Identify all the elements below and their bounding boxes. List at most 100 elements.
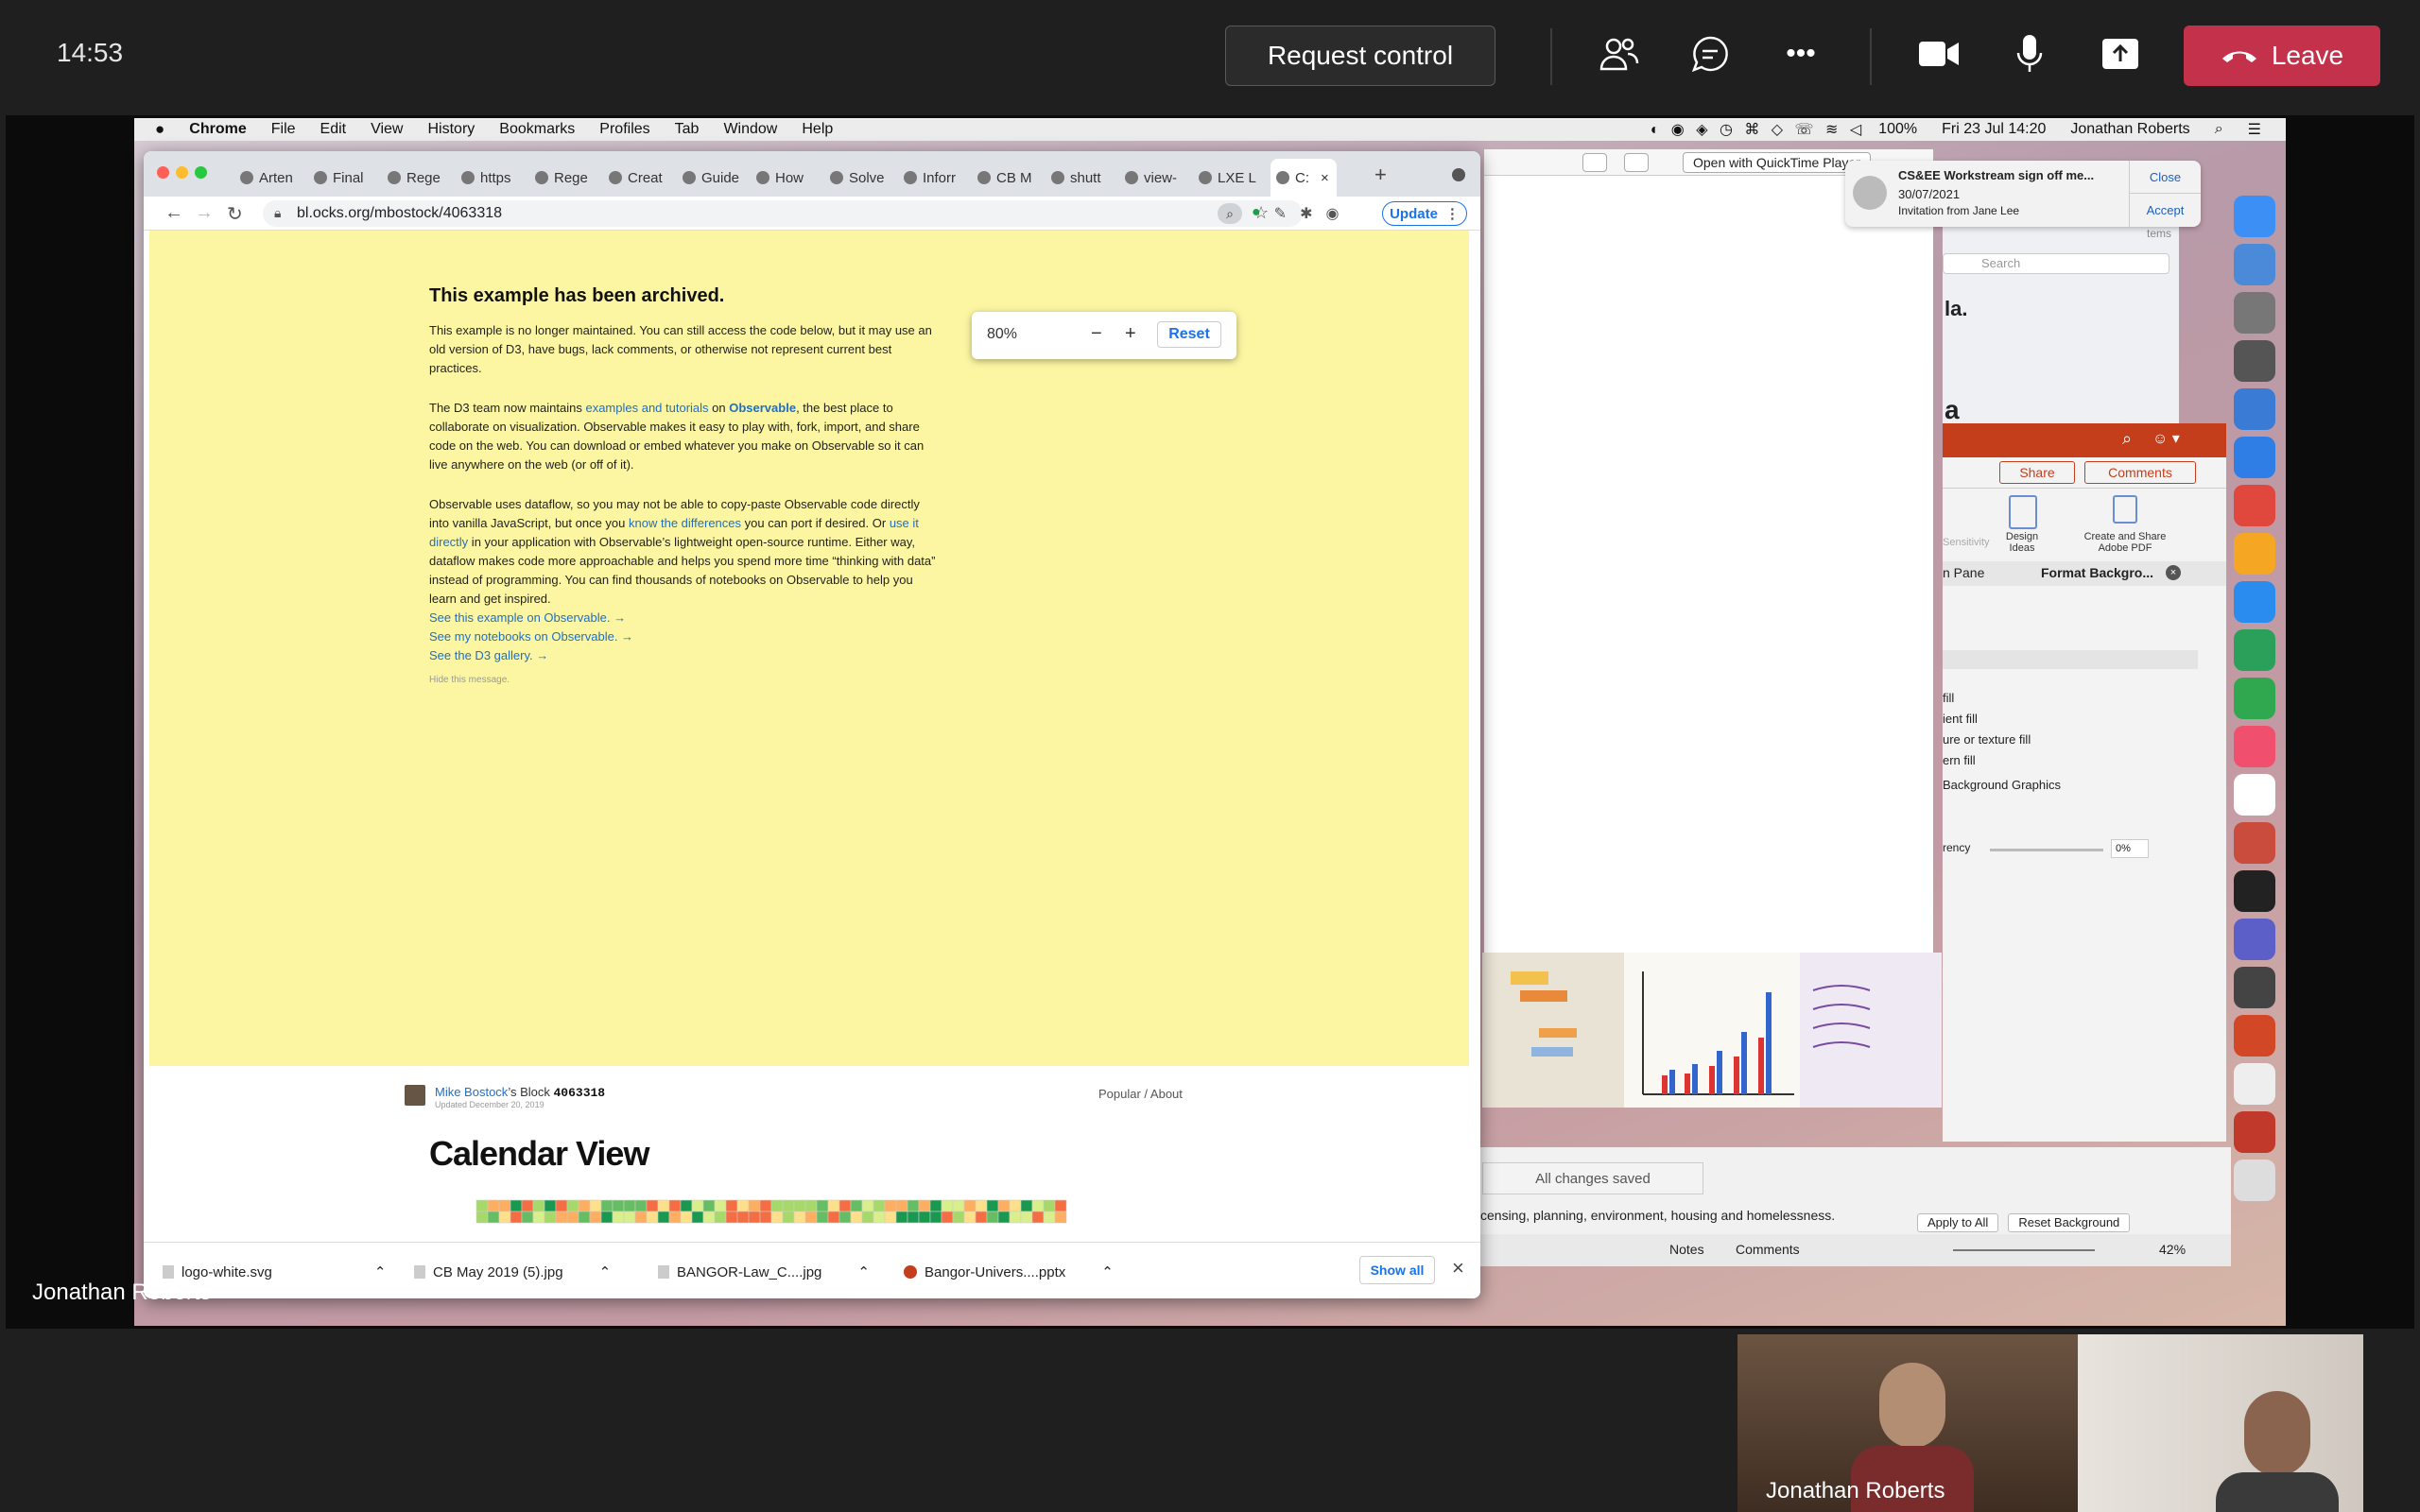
menu-edit[interactable]: Edit — [320, 121, 347, 138]
chat-icon[interactable] — [1686, 30, 1734, 77]
reset-background-button[interactable]: Reset Background — [2008, 1213, 2131, 1232]
show-all-button[interactable]: Show all — [1359, 1256, 1435, 1284]
see-example-link[interactable]: See this example on Observable. → — [429, 609, 633, 627]
browser-tab[interactable]: How — [751, 159, 819, 197]
browser-tab[interactable]: LXE L — [1193, 159, 1261, 197]
menubar-datetime[interactable]: Fri 23 Jul 14:20 — [1942, 121, 2046, 138]
chevron-up-icon[interactable]: ⌃ — [374, 1263, 387, 1280]
browser-tab[interactable]: view- — [1119, 159, 1187, 197]
minimize-window-icon[interactable] — [176, 166, 188, 179]
browser-tab[interactable]: Guide — [677, 159, 745, 197]
create-share-pdf-label[interactable]: Create and Share Adobe PDF — [2073, 531, 2177, 554]
battery-level[interactable]: 100% — [1878, 121, 1917, 138]
calendar-app-icon[interactable] — [2234, 629, 2275, 671]
leave-button[interactable]: Leave — [2184, 26, 2380, 86]
differences-link[interactable]: know the differences — [629, 516, 741, 530]
browser-tab[interactable]: Arten — [234, 159, 302, 197]
dictionary-icon[interactable] — [2234, 822, 2275, 864]
maximize-window-icon[interactable] — [195, 166, 207, 179]
ppt-comments-button[interactable]: Comments — [2084, 461, 2196, 484]
image-capture-icon[interactable] — [2234, 1063, 2275, 1105]
launchpad-icon[interactable] — [2234, 340, 2275, 382]
tab-format-background[interactable]: Format Backgro... — [2041, 565, 2153, 580]
status-icons[interactable]: ◐ ◉ ◈ ◷ ⌘ ◇ ☏ ≋ ◁ — [1651, 120, 1865, 139]
transparency-slider[interactable] — [1990, 849, 2103, 851]
reload-icon[interactable]: ↻ — [227, 202, 243, 226]
download-item[interactable]: Bangor-Univers....pptx ⌃ — [904, 1258, 1114, 1286]
browser-tab[interactable]: https — [456, 159, 524, 197]
menu-view[interactable]: View — [371, 121, 403, 138]
menu-profiles[interactable]: Profiles — [599, 121, 649, 138]
share-screen-icon[interactable] — [2097, 30, 2144, 77]
browser-tab[interactable]: Rege — [529, 159, 597, 197]
chevron-up-icon[interactable]: ⌃ — [1101, 1263, 1114, 1280]
sensitivity-button[interactable]: Sensitivity — [1943, 537, 1990, 548]
close-window-icon[interactable] — [157, 166, 169, 179]
fill-option-gradient[interactable]: ient fill — [1943, 709, 2061, 730]
chevron-up-icon[interactable]: ⌃ — [599, 1263, 612, 1280]
browser-tab[interactable]: Final — [308, 159, 376, 197]
camera-icon[interactable] — [1915, 30, 1962, 77]
notes-button[interactable]: Notes — [1669, 1242, 1704, 1257]
update-button[interactable]: Update ⋮ — [1382, 201, 1467, 226]
participants-icon[interactable] — [1596, 30, 1643, 77]
fill-option-picture[interactable]: ure or texture fill — [1943, 730, 2061, 750]
forward-icon[interactable]: → — [195, 202, 214, 224]
ppt-share-button[interactable]: Share — [1999, 461, 2075, 484]
request-control-button[interactable]: Request control — [1225, 26, 1495, 86]
powerpoint-icon[interactable] — [2234, 1015, 2275, 1057]
search-field[interactable]: Search — [1943, 253, 2169, 274]
finder-icon[interactable] — [2234, 196, 2275, 237]
zoom-in-button[interactable]: + — [1125, 323, 1136, 345]
mic-icon[interactable] — [2006, 30, 2053, 77]
menu-history[interactable]: History — [427, 121, 475, 138]
popular-about-nav[interactable]: Popular / About — [1098, 1087, 1183, 1101]
see-notebooks-link[interactable]: See my notebooks on Observable. → — [429, 627, 633, 646]
fill-option-pattern[interactable]: ern fill — [1943, 750, 2061, 771]
calendar-icon[interactable] — [2234, 774, 2275, 816]
music-icon[interactable] — [2234, 726, 2275, 767]
browser-tab[interactable]: Solve — [824, 159, 892, 197]
browser-tab[interactable]: CB M — [972, 159, 1040, 197]
design-ideas-label[interactable]: Design Ideas — [1997, 531, 2047, 554]
adobe-pdf-icon[interactable] — [2113, 495, 2137, 524]
smiley-icon[interactable]: ☺ ▾ — [2152, 429, 2180, 448]
open-quicktime-button[interactable]: Open with QuickTime Player — [1683, 152, 1871, 173]
teams-icon[interactable] — [2234, 919, 2275, 960]
author-link[interactable]: Mike Bostock — [435, 1085, 508, 1099]
menu-tab[interactable]: Tab — [675, 121, 700, 138]
menu-chrome[interactable]: Chrome — [189, 121, 246, 138]
close-tab-icon[interactable]: × — [1321, 170, 1329, 186]
calendar-notification[interactable]: CS&EE Workstream sign off me... 30/07/20… — [1845, 161, 2201, 227]
menubar-user[interactable]: Jonathan Roberts — [2070, 121, 2189, 138]
kebab-menu-icon[interactable]: ⋮ — [1445, 205, 1460, 222]
apple-icon[interactable]: ● — [155, 120, 164, 139]
rotate-icon[interactable] — [1582, 153, 1607, 172]
mail-icon[interactable] — [2234, 244, 2275, 285]
activity-monitor-icon[interactable] — [2234, 870, 2275, 912]
examples-link[interactable]: examples and tutorials — [585, 401, 708, 415]
markup-icon[interactable] — [1624, 153, 1649, 172]
transparency-input[interactable]: 0% — [2111, 839, 2149, 858]
browser-tab[interactable]: Rege — [382, 159, 450, 197]
eyedropper-icon[interactable]: ✎ — [1274, 204, 1287, 225]
new-tab-icon[interactable]: + — [1374, 163, 1387, 187]
browser-tab[interactable]: Creat — [603, 159, 671, 197]
trash-icon[interactable] — [2234, 1160, 2275, 1201]
browser-tab[interactable]: shutt — [1046, 159, 1114, 197]
see-gallery-link[interactable]: See the D3 gallery. → — [429, 646, 633, 665]
url-text[interactable]: bl.ocks.org/mbostock/4063318 — [297, 205, 502, 222]
search-icon[interactable]: ⌕ — [2122, 429, 2132, 449]
hide-message-link[interactable]: Hide this message. — [429, 675, 510, 685]
browser-tab[interactable]: Inforr — [898, 159, 966, 197]
tab-search-icon[interactable] — [1452, 168, 1465, 181]
download-item[interactable]: BANGOR-Law_C....jpg ⌃ — [658, 1258, 870, 1286]
apply-to-all-button[interactable]: Apply to All — [1917, 1213, 1999, 1232]
browser-tab[interactable]: C: × — [1270, 159, 1337, 197]
download-item[interactable]: CB May 2019 (5).jpg ⌃ — [414, 1258, 611, 1286]
photo-booth-icon[interactable] — [2234, 1111, 2275, 1153]
more-icon[interactable]: ••• — [1777, 30, 1824, 77]
tab-pane[interactable]: n Pane — [1943, 565, 1984, 580]
observable-link[interactable]: Observable — [729, 401, 796, 415]
menu-help[interactable]: Help — [802, 121, 833, 138]
